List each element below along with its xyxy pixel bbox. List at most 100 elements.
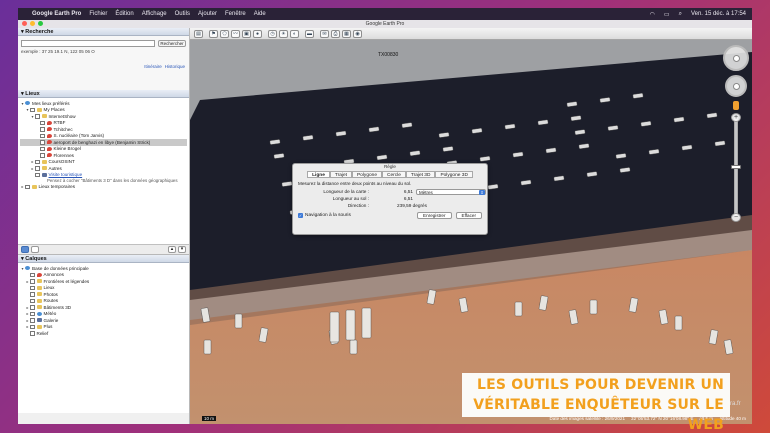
search-button[interactable]: Rechercher [158,40,186,47]
menu-aide[interactable]: Aide [254,11,266,17]
polygon-tool-icon[interactable]: ⬠ [220,29,229,38]
history-link[interactable]: Historique [165,64,185,69]
checkbox[interactable] [25,184,30,189]
tab-trajet-3d[interactable]: Trajet 3D [405,171,436,178]
placemark-tool-icon[interactable]: ⚑ [209,29,218,38]
places-header[interactable]: ▾ Lieux [18,90,189,98]
menu-affichage[interactable]: Affichage [142,11,167,17]
directions-link[interactable]: Itinéraire [144,64,162,69]
sun-icon[interactable]: ☀ [279,29,288,38]
tree-item[interactable]: ▸ Lieux temporaires [20,184,187,191]
clear-button[interactable]: Effacer [455,212,482,219]
save-image-icon[interactable]: ▦ [342,29,351,38]
checkbox[interactable] [40,127,45,132]
historical-imagery-icon[interactable]: ◷ [268,29,277,38]
menu-fenetre[interactable]: Fenêtre [225,11,246,17]
video-caption-banner: LES OUTILS POUR DEVENIR UN VÉRITABLE ENQ… [462,373,730,433]
google-maps-icon[interactable]: ◉ [353,29,362,38]
zoom-in-button[interactable]: + [731,113,741,122]
tab-ligne[interactable]: Ligne [307,171,330,178]
checkbox[interactable] [40,120,45,125]
checkbox[interactable] [30,107,35,112]
checkbox[interactable] [35,172,40,177]
checkbox[interactable] [30,279,35,284]
mac-menubar: Google Earth Pro Fichier Édition Afficha… [18,8,752,20]
vehicle [203,339,212,355]
record-tour-icon[interactable]: ● [253,29,262,38]
menubar-clock[interactable]: Ven. 15 déc. à 17:54 [691,11,746,17]
checkbox[interactable] [30,298,35,303]
checkbox[interactable] [40,140,45,145]
roads-icon [36,298,42,303]
zoom-out-button[interactable]: − [731,213,741,222]
tab-polygone-3d[interactable]: Polygone 3D [435,171,473,178]
menu-edition[interactable]: Édition [115,11,133,17]
sidebar-toggle-icon[interactable]: ▤ [194,29,203,38]
folder-icon [36,107,42,112]
save-button[interactable]: Enregistrer [417,212,452,219]
ruler-description: Mesurez la distance entre deux points au… [298,181,412,186]
checkbox[interactable] [30,305,35,310]
checkbox[interactable] [40,146,45,151]
menu-outils[interactable]: Outils [175,11,190,17]
look-around-control[interactable] [723,45,749,71]
checkbox[interactable] [40,133,45,138]
placemark-icon [46,153,52,158]
checkbox[interactable] [30,272,35,277]
zoom-thumb[interactable] [731,165,741,169]
mouse-nav-checkbox[interactable]: ✓ [298,213,303,218]
tab-trajet[interactable]: Trajet [329,171,352,178]
menu-fichier[interactable]: Fichier [89,11,107,17]
close-window-icon[interactable] [22,21,27,26]
watermark: ra.fr [730,401,741,407]
sidebar-toggle-button[interactable] [31,246,39,253]
ruler-tabs: Ligne Trajet Polygone Cercle Trajet 3D P… [293,171,487,178]
image-overlay-icon[interactable]: ▣ [242,29,251,38]
move-up-button[interactable]: ▴ [168,246,176,253]
layer-item[interactable]: Relief [20,330,187,337]
checkbox[interactable] [35,159,40,164]
map-length-value: 6,51 [403,189,413,194]
zoom-window-icon[interactable] [38,21,43,26]
checkbox[interactable] [35,166,40,171]
checkbox[interactable] [30,324,35,329]
window-title: Google Earth Pro [365,21,405,27]
ruler-dialog: Règle Ligne Trajet Polygone Cercle Traje… [292,163,488,235]
vehicle [349,339,358,355]
search-panel: ▾ Recherche Rechercher exemple : 37 25 1… [18,28,189,90]
unit-select[interactable]: Mètres ⇕ [416,188,486,195]
planets-icon[interactable]: ◐ [290,29,299,38]
ground-length-value: 6,51 [403,196,413,201]
vehicle [589,299,598,315]
tab-polygone[interactable]: Polygone [351,171,382,178]
layers-header[interactable]: ▾ Calques [18,255,189,263]
search-icon[interactable]: ⌕ [679,11,682,18]
checkbox[interactable] [30,311,35,316]
checkbox[interactable] [30,318,35,323]
checkbox[interactable] [40,153,45,158]
places-view-button[interactable] [21,246,29,253]
checkbox[interactable] [30,331,35,336]
screen: Google Earth Pro Fichier Édition Afficha… [0,0,770,433]
battery-icon[interactable]: ▭ [664,11,670,18]
places-toolbar: ▴ ▾ [18,245,189,255]
print-icon[interactable]: ⎙ [331,29,340,38]
move-down-button[interactable]: ▾ [178,246,186,253]
menu-app-name[interactable]: Google Earth Pro [32,11,81,17]
path-tool-icon[interactable]: 〰 [231,29,240,38]
tab-cercle[interactable]: Cercle [382,171,406,178]
checkbox[interactable] [35,114,40,119]
minimize-window-icon[interactable] [30,21,35,26]
search-input[interactable] [21,40,155,47]
wifi-icon[interactable]: ◠ [650,11,655,18]
ruler-icon[interactable]: ▬ [305,29,314,38]
more-icon [36,324,42,329]
placemark-icon [46,133,52,138]
menu-ajouter[interactable]: Ajouter [198,11,217,17]
checkbox[interactable] [30,285,35,290]
street-view-pegman-icon[interactable] [733,101,739,110]
email-icon[interactable]: ✉ [320,29,329,38]
checkbox[interactable] [30,292,35,297]
move-control[interactable] [725,75,747,97]
search-header[interactable]: ▾ Recherche [18,28,189,36]
